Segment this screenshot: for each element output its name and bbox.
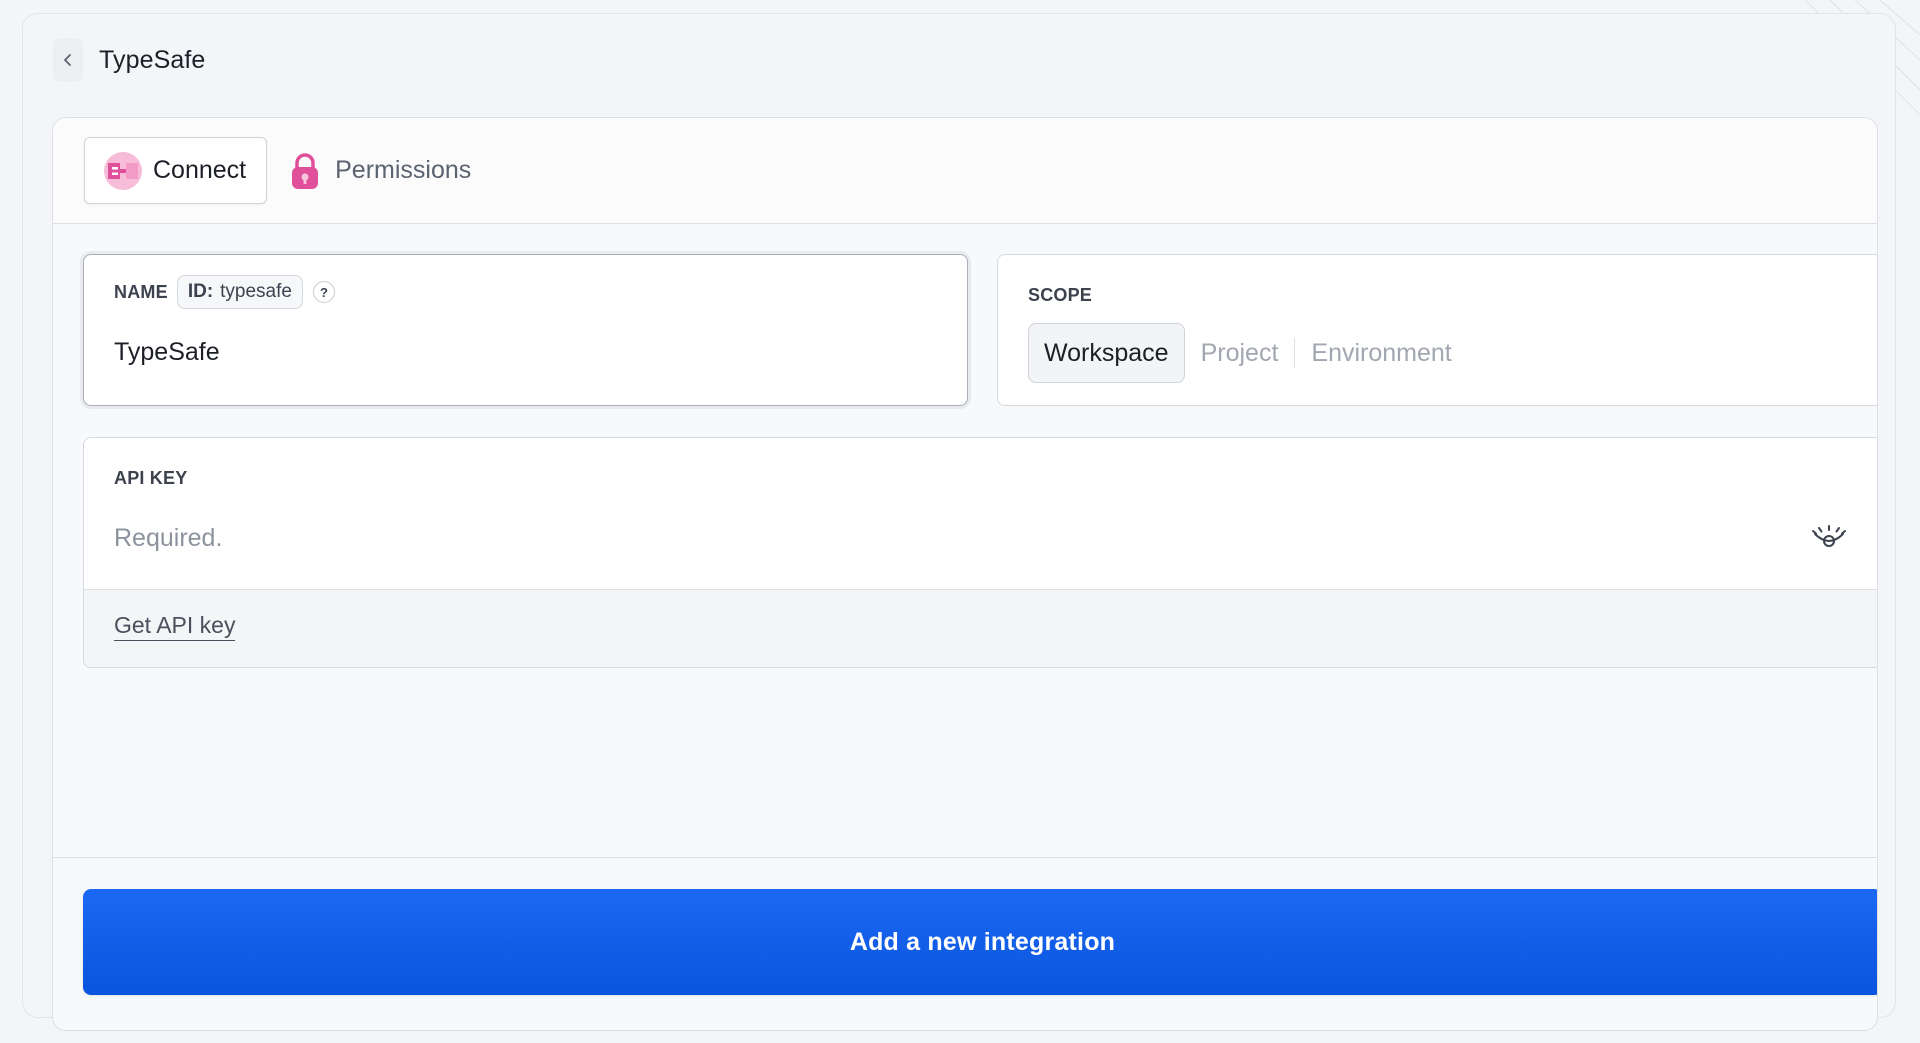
api-key-input[interactable] [114,518,1814,558]
page-title: TypeSafe [99,45,206,74]
plug-connect-icon [103,151,143,191]
add-integration-button[interactable]: Add a new integration [83,889,1877,995]
scope-selector: Workspace Project Environment [1028,323,1468,383]
integration-card: Connect Permissions NAME ID: typesafe ? … [52,117,1878,1031]
scope-field: SCOPE Workspace Project Environment [997,254,1877,406]
divider [53,857,1877,858]
tab-label: Permissions [335,156,472,184]
name-label-row: NAME ID: typesafe ? [114,275,335,309]
field-label: NAME [114,281,168,302]
tab-bar: Connect Permissions [53,118,1877,224]
api-key-footer: Get API key [84,589,1877,667]
tab-connect[interactable]: Connect [84,137,268,204]
id-badge: ID: typesafe [176,275,303,309]
scope-option-project[interactable]: Project [1185,323,1295,383]
chevron-left-icon [64,54,71,66]
field-label: API KEY [114,468,188,488]
name-input[interactable]: TypeSafe [114,338,220,367]
name-field[interactable]: NAME ID: typesafe ? TypeSafe [83,254,968,406]
api-key-field: API KEY Get API key [83,437,1877,668]
id-value: typesafe [220,281,292,302]
scope-option-environment[interactable]: Environment [1295,323,1467,383]
integration-panel: TypeSafe Connect Permissions NAME ID: ty… [22,13,1896,1031]
get-api-key-link[interactable]: Get API key [114,612,236,641]
tab-permissions[interactable]: Permissions [267,137,491,204]
lock-icon [285,151,325,191]
eye-icon[interactable] [1811,522,1847,552]
field-label: SCOPE [1028,285,1093,305]
id-key: ID: [187,281,214,302]
help-icon[interactable]: ? [312,281,335,303]
back-button[interactable] [53,38,83,82]
scope-option-workspace[interactable]: Workspace [1028,323,1185,383]
header: TypeSafe [53,38,205,82]
tab-label: Connect [153,156,247,184]
